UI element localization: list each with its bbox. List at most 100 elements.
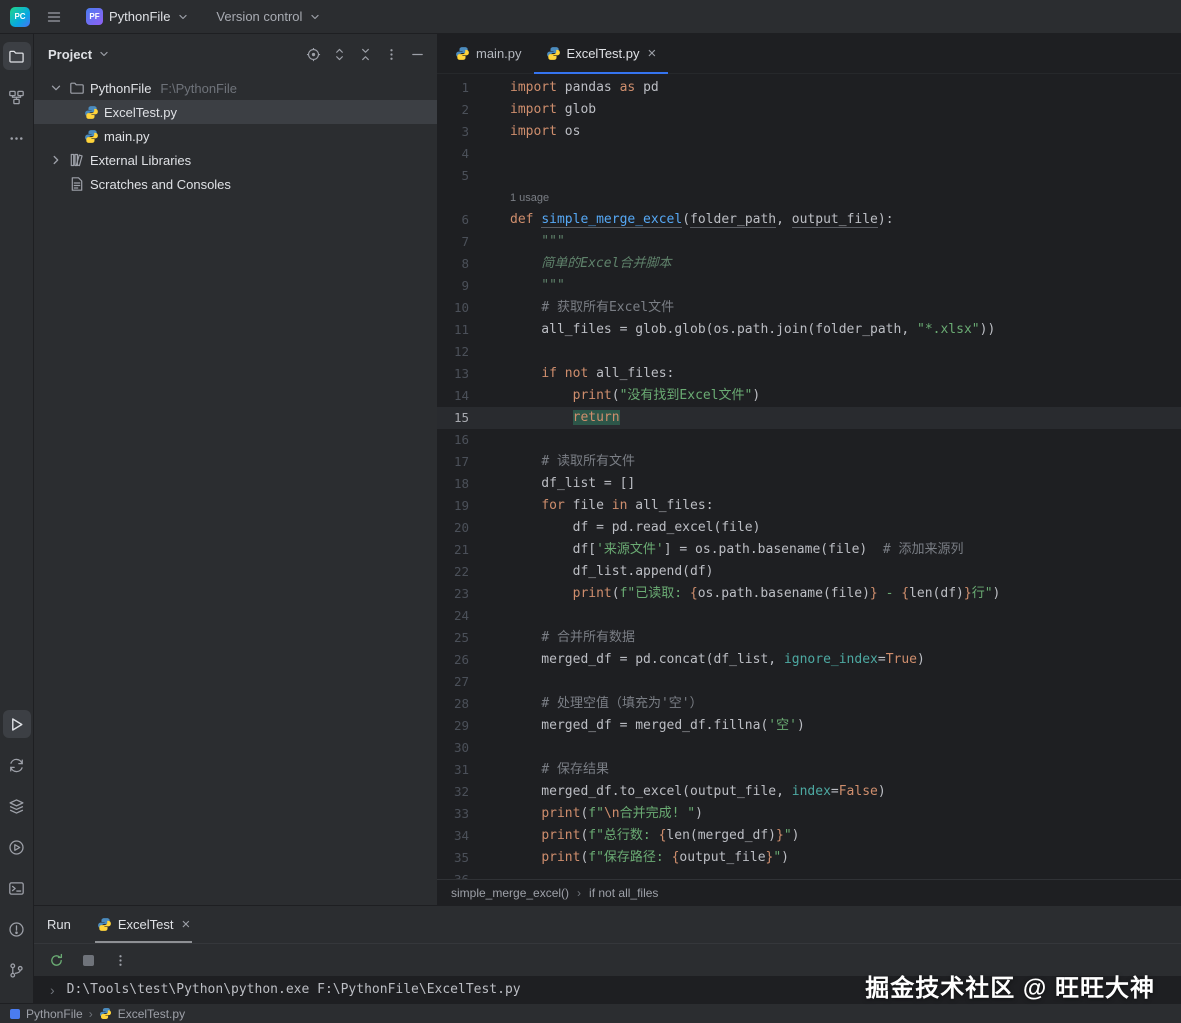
code-line[interactable]: 5: [437, 165, 1181, 187]
problems-button[interactable]: [3, 915, 31, 943]
usages-inlay-hint[interactable]: 1 usage: [510, 192, 549, 204]
code-line[interactable]: 15 return: [437, 407, 1181, 429]
line-number[interactable]: 17: [437, 451, 510, 473]
collapse-all-button[interactable]: [353, 42, 377, 66]
chevron-right-icon[interactable]: [48, 152, 64, 168]
line-number[interactable]: 28: [437, 693, 510, 715]
line-number[interactable]: 20: [437, 517, 510, 539]
hide-panel-button[interactable]: [405, 42, 429, 66]
line-number[interactable]: 16: [437, 429, 510, 451]
version-control-tool-button[interactable]: [3, 956, 31, 984]
line-number[interactable]: 30: [437, 737, 510, 759]
code-line[interactable]: 23 print(f"已读取: {os.path.basename(file)}…: [437, 583, 1181, 605]
line-number[interactable]: 6: [437, 209, 510, 231]
code-line[interactable]: 4: [437, 143, 1181, 165]
project-selector-button[interactable]: PF PythonFile: [78, 4, 198, 29]
code-line[interactable]: 12: [437, 341, 1181, 363]
fold-chevron-icon[interactable]: ›: [50, 982, 55, 998]
code-line[interactable]: 6def simple_merge_excel(folder_path, out…: [437, 209, 1181, 231]
line-number[interactable]: 12: [437, 341, 510, 363]
code-line[interactable]: 26 merged_df = pd.concat(df_list, ignore…: [437, 649, 1181, 671]
code-line[interactable]: 27: [437, 671, 1181, 693]
code-line[interactable]: 31 # 保存结果: [437, 759, 1181, 781]
code-line[interactable]: 33 print(f"\n合并完成! "): [437, 803, 1181, 825]
line-number[interactable]: 35: [437, 847, 510, 869]
code-line[interactable]: 11 all_files = glob.glob(os.path.join(fo…: [437, 319, 1181, 341]
inlay-hint-row[interactable]: 1 usage: [437, 187, 1181, 209]
line-number[interactable]: 34: [437, 825, 510, 847]
breadcrumb-function[interactable]: simple_merge_excel(): [451, 886, 569, 900]
code-line[interactable]: 9 """: [437, 275, 1181, 297]
line-number[interactable]: 26: [437, 649, 510, 671]
line-number[interactable]: 10: [437, 297, 510, 319]
expand-all-button[interactable]: [327, 42, 351, 66]
panel-options-button[interactable]: [379, 42, 403, 66]
code-line[interactable]: 32 merged_df.to_excel(output_file, index…: [437, 781, 1181, 803]
close-tab-icon[interactable]: ×: [648, 46, 657, 61]
code-line[interactable]: 1import pandas as pd: [437, 77, 1181, 99]
line-number[interactable]: 5: [437, 165, 510, 187]
code-line[interactable]: 34 print(f"总行数: {len(merged_df)}"): [437, 825, 1181, 847]
code-line[interactable]: 19 for file in all_files:: [437, 495, 1181, 517]
line-number[interactable]: 15: [437, 407, 510, 429]
run-tool-window-button[interactable]: [3, 710, 31, 738]
line-number[interactable]: 2: [437, 99, 510, 121]
code-line[interactable]: 25 # 合并所有数据: [437, 627, 1181, 649]
code-line[interactable]: 10 # 获取所有Excel文件: [437, 297, 1181, 319]
line-number[interactable]: 36: [437, 869, 510, 879]
line-number[interactable]: 7: [437, 231, 510, 253]
code-editor[interactable]: 1import pandas as pd2import glob3import …: [437, 74, 1181, 879]
tree-item-main-py[interactable]: main.py: [34, 124, 437, 148]
python-packages-button[interactable]: [3, 792, 31, 820]
code-line[interactable]: 20 df = pd.read_excel(file): [437, 517, 1181, 539]
code-line[interactable]: 14 print("没有找到Excel文件"): [437, 385, 1181, 407]
line-number[interactable]: 19: [437, 495, 510, 517]
line-number[interactable]: 4: [437, 143, 510, 165]
project-tool-window-button[interactable]: [3, 42, 31, 70]
line-number[interactable]: 33: [437, 803, 510, 825]
line-number[interactable]: [437, 187, 510, 209]
structure-tool-window-button[interactable]: [3, 83, 31, 111]
tree-item-external-libraries[interactable]: External Libraries: [34, 148, 437, 172]
services-button[interactable]: [3, 833, 31, 861]
rerun-button[interactable]: [44, 948, 68, 972]
code-line[interactable]: 29 merged_df = merged_df.fillna('空'): [437, 715, 1181, 737]
code-line[interactable]: 8 简单的Excel合并脚本: [437, 253, 1181, 275]
code-line[interactable]: 21 df['来源文件'] = os.path.basename(file) #…: [437, 539, 1181, 561]
run-more-options-button[interactable]: [108, 948, 132, 972]
run-tab-exceltest[interactable]: ExcelTest ×: [87, 906, 200, 943]
line-number[interactable]: 1: [437, 77, 510, 99]
code-line[interactable]: 30: [437, 737, 1181, 759]
run-console[interactable]: › D:\Tools\test\Python\python.exe F:\Pyt…: [34, 976, 1181, 1003]
code-line[interactable]: 22 df_list.append(df): [437, 561, 1181, 583]
chevron-down-icon[interactable]: [48, 80, 64, 96]
tab-exceltest-py[interactable]: ExcelTest.py ×: [534, 34, 669, 73]
line-number[interactable]: 18: [437, 473, 510, 495]
code-line[interactable]: 16: [437, 429, 1181, 451]
code-line[interactable]: 24: [437, 605, 1181, 627]
more-tool-windows-button[interactable]: [3, 124, 31, 152]
tree-item-scratches[interactable]: Scratches and Consoles: [34, 172, 437, 196]
line-number[interactable]: 31: [437, 759, 510, 781]
main-menu-button[interactable]: [40, 3, 68, 31]
line-number[interactable]: 32: [437, 781, 510, 803]
tree-item-pythonfile-root[interactable]: PythonFile F:\PythonFile: [34, 76, 437, 100]
code-line[interactable]: 13 if not all_files:: [437, 363, 1181, 385]
line-number[interactable]: 27: [437, 671, 510, 693]
code-line[interactable]: 36: [437, 869, 1181, 879]
code-line[interactable]: 17 # 读取所有文件: [437, 451, 1181, 473]
line-number[interactable]: 9: [437, 275, 510, 297]
code-line[interactable]: 7 """: [437, 231, 1181, 253]
stop-button[interactable]: [76, 948, 100, 972]
select-opened-file-button[interactable]: [301, 42, 325, 66]
line-number[interactable]: 8: [437, 253, 510, 275]
terminal-button[interactable]: [3, 874, 31, 902]
line-number[interactable]: 13: [437, 363, 510, 385]
project-panel-title[interactable]: Project: [48, 47, 111, 62]
code-line[interactable]: 28 # 处理空值（填充为'空'）: [437, 693, 1181, 715]
code-line[interactable]: 2import glob: [437, 99, 1181, 121]
run-panel-title[interactable]: Run: [47, 906, 71, 943]
tree-item-exceltest-py[interactable]: ExcelTest.py: [34, 100, 437, 124]
line-number[interactable]: 11: [437, 319, 510, 341]
tab-main-py[interactable]: main.py: [443, 34, 534, 73]
